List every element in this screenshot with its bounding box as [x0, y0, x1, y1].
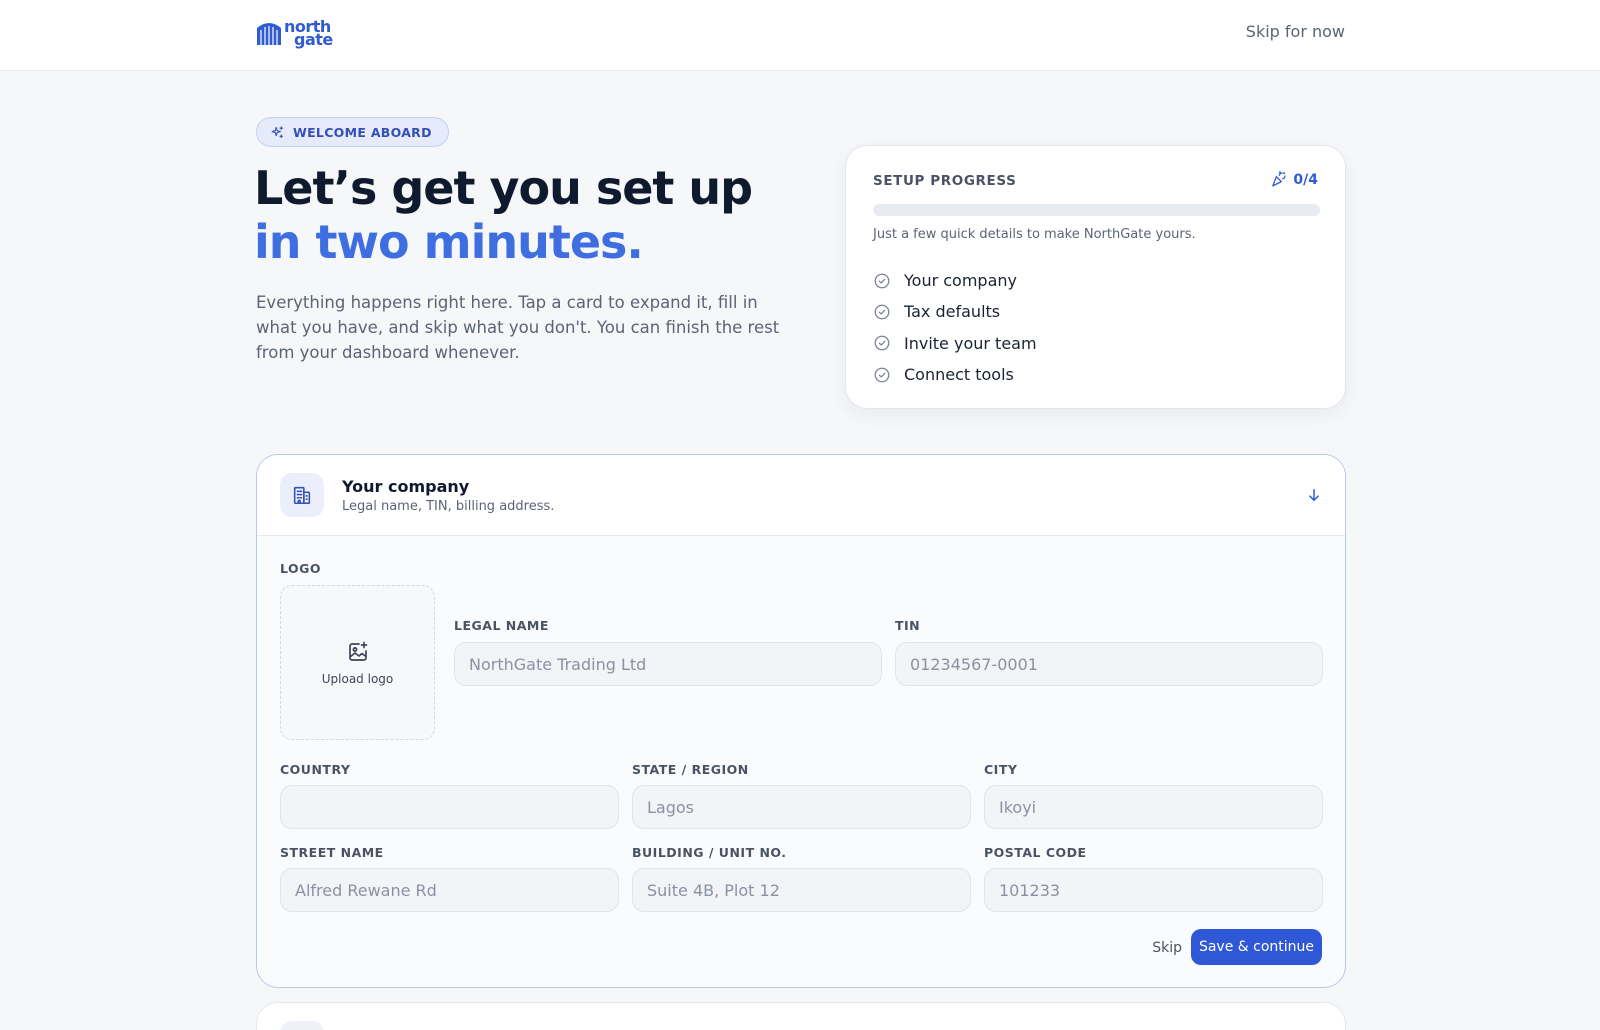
party-popper-icon	[1272, 171, 1286, 187]
page-title-line1: Let’s get you set up	[254, 161, 753, 215]
setup-step-item[interactable]: Invite your team	[873, 328, 1037, 359]
country-label: COUNTRY	[280, 762, 351, 777]
setup-progress-card: SETUP PROGRESS 0/4 Just a few quick deta…	[845, 145, 1346, 409]
setup-step-item[interactable]: Tax defaults	[873, 296, 1037, 327]
state-region-label: STATE / REGION	[632, 762, 749, 777]
page-description: Everything happens right here. Tap a car…	[256, 293, 780, 362]
upload-logo-label: Upload logo	[321, 671, 394, 686]
tax-defaults-card[interactable]	[256, 1002, 1346, 1030]
skip-for-now-link[interactable]: Skip for now	[1246, 22, 1345, 41]
company-card-title: Your company	[342, 477, 470, 496]
setup-step-label: Connect tools	[904, 365, 1014, 385]
setup-step-label: Invite your team	[904, 333, 1037, 353]
street-name-input[interactable]	[280, 868, 619, 912]
setup-step-label: Your company	[904, 271, 1017, 291]
logo-mark-icon	[257, 23, 281, 45]
company-card: Your company Legal name, TIN, billing ad…	[256, 454, 1346, 988]
setup-progress-bar	[873, 204, 1320, 216]
building-unit-label: BUILDING / UNIT NO.	[632, 845, 787, 860]
logo-label: LOGO	[280, 561, 322, 576]
setup-step-label: Tax defaults	[904, 302, 1001, 322]
welcome-badge: WELCOME ABOARD	[256, 117, 449, 147]
tin-label: TIN	[895, 618, 921, 633]
sparkles-icon	[271, 125, 284, 138]
check-circle-icon	[874, 335, 890, 351]
setup-progress-count: 0/4	[1270, 171, 1318, 188]
northgate-logo[interactable]: north gate	[256, 17, 333, 49]
company-card-subtitle: Legal name, TIN, billing address.	[342, 499, 555, 514]
logo-wordmark: north gate	[284, 19, 333, 49]
image-plus-icon	[348, 641, 367, 661]
setup-step-item[interactable]: Your company	[873, 265, 1037, 296]
postal-code-label: POSTAL CODE	[984, 845, 1087, 860]
setup-progress-count-text: 0/4	[1293, 171, 1318, 188]
city-label: CITY	[984, 762, 1018, 777]
upload-logo-dropzone[interactable]: Upload logo	[280, 585, 435, 740]
setup-progress-title: SETUP PROGRESS	[873, 173, 1017, 189]
check-circle-icon	[874, 273, 890, 289]
legal-name-label: LEGAL NAME	[454, 618, 549, 633]
city-input[interactable]	[984, 785, 1323, 829]
building-unit-input[interactable]	[632, 868, 971, 912]
logo-text-bottom: gate	[294, 30, 333, 49]
tax-defaults-card-icon	[280, 1021, 324, 1030]
setup-step-list: Your company Tax defaults Invite your te…	[873, 265, 1037, 390]
company-card-header[interactable]: Your company Legal name, TIN, billing ad…	[257, 455, 1345, 536]
legal-name-input[interactable]	[454, 642, 882, 686]
welcome-badge-label: WELCOME ABOARD	[293, 124, 432, 140]
check-circle-icon	[874, 367, 890, 382]
setup-step-item[interactable]: Connect tools	[873, 359, 1037, 390]
arrow-down-icon[interactable]	[1305, 486, 1323, 504]
street-name-label: STREET NAME	[280, 845, 384, 860]
country-input[interactable]	[280, 785, 619, 829]
save-and-continue-button[interactable]: Save & continue	[1191, 929, 1322, 965]
state-region-input[interactable]	[632, 785, 971, 829]
skip-button[interactable]: Skip	[1152, 940, 1182, 956]
check-circle-icon	[874, 304, 890, 320]
building-icon	[293, 486, 311, 505]
page-title-line2: in two minutes.	[254, 215, 644, 269]
setup-progress-subtitle: Just a few quick details to make NorthGa…	[873, 227, 1196, 242]
tin-input[interactable]	[895, 642, 1323, 686]
top-bar: north gate Skip for now	[0, 0, 1600, 71]
page-title: Let’s get you set up in two minutes.	[254, 161, 753, 269]
postal-code-input[interactable]	[984, 868, 1323, 912]
company-card-icon-wrap	[280, 473, 324, 517]
